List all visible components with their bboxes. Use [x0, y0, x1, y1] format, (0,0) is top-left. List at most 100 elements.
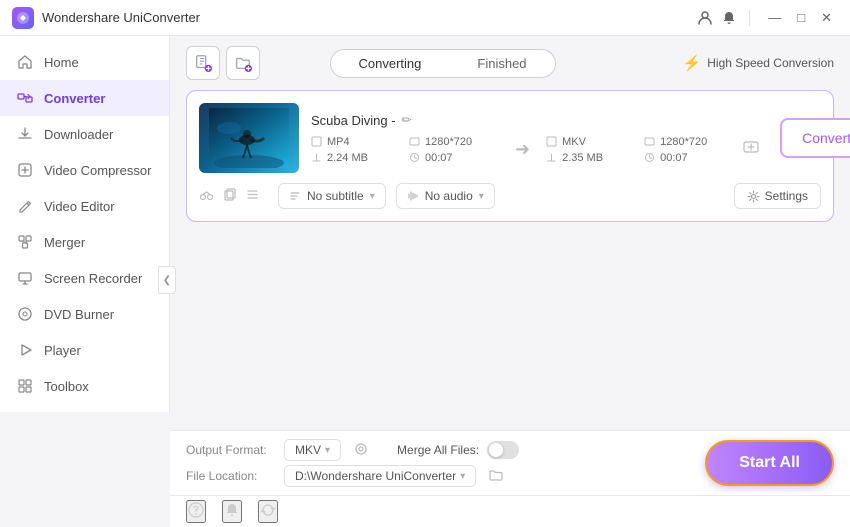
- file-settings-icon-button[interactable]: [742, 138, 760, 161]
- home-icon: [16, 53, 34, 71]
- sidebar-item-player[interactable]: Player: [0, 332, 169, 368]
- sidebar-item-editor-label: Video Editor: [44, 199, 115, 214]
- main-layout: Home Converter: [0, 36, 850, 527]
- output-format: MKV: [562, 136, 586, 148]
- file-location-row: File Location: D:\Wondershare UniConvert…: [186, 465, 689, 487]
- gear-icon: [747, 190, 760, 203]
- input-size-row: 2.24 MB: [311, 152, 401, 164]
- settings-button[interactable]: Settings: [734, 183, 821, 209]
- add-folder-button[interactable]: [226, 46, 260, 80]
- input-format: MP4: [327, 136, 350, 148]
- tab-finished[interactable]: Finished: [449, 50, 554, 77]
- bell-icon: [721, 10, 737, 26]
- bottom-bar: Output Format: MKV ▾ Merge All Files:: [170, 430, 850, 495]
- sidebar-item-merger[interactable]: Merger: [0, 224, 169, 260]
- output-size: 2.35 MB: [562, 152, 603, 164]
- add-file-button[interactable]: [186, 46, 220, 80]
- scissors-icon: [199, 187, 214, 202]
- cut-button[interactable]: [199, 187, 214, 205]
- duration-icon: [409, 152, 420, 163]
- sidebar-item-converter-label: Converter: [44, 91, 105, 106]
- sidebar-item-downloader-label: Downloader: [44, 127, 113, 142]
- file-location-value: D:\Wondershare UniConverter: [295, 469, 456, 483]
- sidebar-item-video-editor[interactable]: Video Editor: [0, 188, 169, 224]
- output-size-row: 2.35 MB: [546, 152, 636, 164]
- bell-icon-btn[interactable]: [721, 10, 737, 26]
- notification-icon-button[interactable]: [222, 500, 242, 523]
- sidebar-item-converter[interactable]: Converter: [0, 80, 169, 116]
- high-speed-label: High Speed Conversion: [707, 56, 834, 70]
- list-icon: [245, 187, 260, 202]
- file-card-top: Scuba Diving - ✏ MP4: [199, 103, 821, 173]
- titlebar: Wondershare UniConverter — □ ✕: [0, 0, 850, 36]
- close-button[interactable]: ✕: [815, 8, 838, 28]
- user-icon-btn[interactable]: [697, 10, 713, 26]
- subtitle-icon: [289, 190, 301, 202]
- sidebar-item-home[interactable]: Home: [0, 44, 169, 80]
- sync-icon-button[interactable]: [258, 500, 278, 523]
- toolbar: Converting Finished ⚡ High Speed Convers…: [170, 36, 850, 90]
- audio-value: No audio: [425, 189, 473, 203]
- resolution-icon: [409, 136, 420, 147]
- add-folder-icon: [234, 54, 252, 72]
- sidebar-item-toolbox-label: Toolbox: [44, 379, 89, 394]
- sidebar-item-merger-label: Merger: [44, 235, 85, 250]
- file-card: Scuba Diving - ✏ MP4: [186, 90, 834, 222]
- settings-icon: [742, 138, 760, 156]
- help-icon-button[interactable]: [186, 500, 206, 523]
- sidebar-item-video-compressor[interactable]: Video Compressor: [0, 152, 169, 188]
- file-meta: MP4 2.24 MB: [311, 136, 768, 164]
- merger-icon: [16, 233, 34, 251]
- maximize-button[interactable]: □: [791, 8, 811, 27]
- input-duration: 00:07: [425, 152, 453, 164]
- subtitle-select[interactable]: No subtitle ▾: [278, 183, 386, 209]
- scan-icon-button[interactable]: [353, 441, 369, 460]
- file-title: Scuba Diving - ✏: [311, 113, 768, 128]
- screen-recorder-icon: [16, 269, 34, 287]
- location-dropdown-arrow: ▾: [460, 471, 465, 482]
- sidebar-item-toolbox[interactable]: Toolbox: [0, 368, 169, 404]
- minimize-button[interactable]: —: [762, 8, 787, 27]
- file-info: Scuba Diving - ✏ MP4: [311, 113, 768, 164]
- sidebar-item-downloader[interactable]: Downloader: [0, 116, 169, 152]
- format-dropdown-arrow: ▾: [325, 445, 330, 456]
- sidebar-item-screen-recorder[interactable]: Screen Recorder: [0, 260, 169, 296]
- folder-icon: [488, 467, 504, 483]
- merge-toggle[interactable]: [487, 441, 519, 459]
- file-location-select[interactable]: D:\Wondershare UniConverter ▾: [284, 465, 476, 487]
- video-editor-icon: [16, 197, 34, 215]
- format-select[interactable]: MKV ▾: [284, 439, 341, 461]
- tab-converting[interactable]: Converting: [331, 50, 450, 77]
- folder-icon-button[interactable]: [488, 467, 504, 486]
- file-thumbnail: [199, 103, 299, 173]
- titlebar-controls: — □ ✕: [697, 8, 838, 28]
- user-icon: [697, 10, 713, 26]
- copy-button[interactable]: [222, 187, 237, 205]
- file-list: Scuba Diving - ✏ MP4: [170, 90, 850, 430]
- sidebar-item-recorder-label: Screen Recorder: [44, 271, 142, 286]
- output-meta: MKV 2.35 MB: [546, 136, 636, 164]
- settings-label: Settings: [765, 189, 808, 203]
- output-resolution-icon: [644, 136, 655, 147]
- conversion-tabs: Converting Finished: [330, 49, 556, 78]
- input-duration-row: 00:07: [409, 152, 499, 164]
- sidebar-item-dvd-burner[interactable]: DVD Burner: [0, 296, 169, 332]
- start-all-button[interactable]: Start All: [705, 440, 834, 486]
- sidebar-wrapper: Home Converter: [0, 36, 170, 527]
- status-bar: [170, 495, 850, 527]
- input-meta2: 1280*720 00:07: [409, 136, 499, 164]
- dvd-burner-icon: [16, 305, 34, 323]
- player-icon: [16, 341, 34, 359]
- main-content: Converting Finished ⚡ High Speed Convers…: [170, 36, 850, 527]
- window-controls: — □ ✕: [762, 8, 838, 28]
- list-button[interactable]: [245, 187, 260, 205]
- video-compressor-icon: [16, 161, 34, 179]
- audio-select[interactable]: No audio ▾: [396, 183, 495, 209]
- toolbar-actions: [186, 46, 260, 80]
- edit-title-icon[interactable]: ✏: [402, 113, 412, 127]
- convert-button[interactable]: Convert: [780, 118, 850, 158]
- output-duration: 00:07: [660, 152, 688, 164]
- output-format-row: Output Format: MKV ▾ Merge All Files:: [186, 439, 689, 461]
- sidebar-collapse-button[interactable]: ❮: [158, 266, 176, 294]
- sync-icon: [260, 502, 276, 518]
